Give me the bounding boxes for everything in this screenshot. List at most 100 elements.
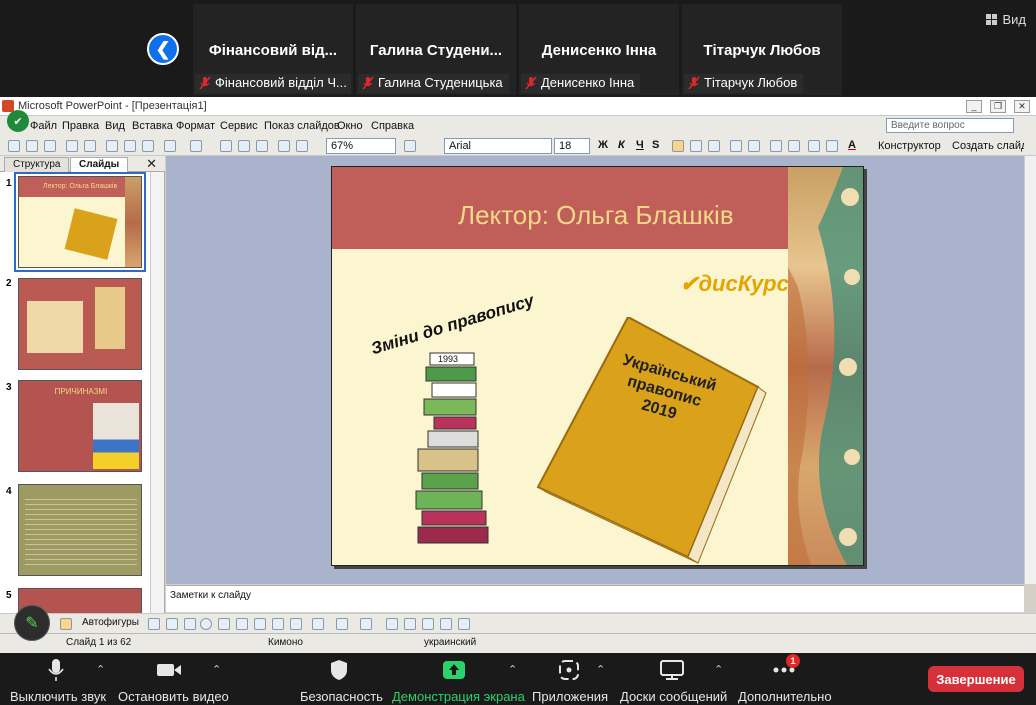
clipart-icon[interactable] bbox=[272, 618, 284, 630]
menu-file[interactable]: Файл bbox=[30, 120, 57, 132]
picture-icon[interactable] bbox=[290, 618, 302, 630]
participant-tile[interactable]: Фінансовий від... Фінансовий відділ Ч... bbox=[193, 4, 353, 95]
textbox-icon[interactable] bbox=[218, 618, 230, 630]
italic-button[interactable]: К bbox=[618, 139, 625, 151]
security-button[interactable]: Безопасность bbox=[300, 657, 383, 704]
whiteboards-button[interactable]: Доски сообщений bbox=[620, 657, 727, 704]
zoom-select[interactable]: 67% bbox=[326, 138, 396, 154]
autoshapes-menu[interactable]: Автофигуры bbox=[82, 617, 139, 628]
shadow-style-icon[interactable] bbox=[440, 618, 452, 630]
dash-style-icon[interactable] bbox=[404, 618, 416, 630]
menu-slideshow[interactable]: Показ слайдов bbox=[264, 120, 340, 132]
participant-tile[interactable]: Галина Студени... Галина Студеницька bbox=[356, 4, 516, 95]
slide-title[interactable]: Лектор: Ольга Блашків bbox=[458, 200, 734, 231]
demote-icon[interactable] bbox=[826, 140, 838, 152]
new-file-icon[interactable] bbox=[8, 140, 20, 152]
more-button[interactable]: Дополнительно bbox=[738, 657, 832, 704]
mute-button[interactable]: Выключить звук bbox=[10, 657, 106, 704]
align-left-icon[interactable] bbox=[672, 140, 684, 152]
menu-window[interactable]: Окно bbox=[337, 120, 363, 132]
tab-slides[interactable]: Слайды bbox=[70, 157, 129, 172]
notes-pane[interactable]: Заметки к слайду bbox=[166, 585, 1024, 612]
bullets-icon[interactable] bbox=[748, 140, 760, 152]
designer-button[interactable]: Конструктор bbox=[878, 140, 941, 152]
participant-tile[interactable]: Денисенко Інна Денисенко Інна bbox=[519, 4, 679, 95]
promote-icon[interactable] bbox=[808, 140, 820, 152]
fill-color-icon[interactable] bbox=[312, 618, 324, 630]
font-size-select[interactable]: 18 bbox=[554, 138, 590, 154]
3d-style-icon[interactable] bbox=[458, 618, 470, 630]
cut-icon[interactable] bbox=[106, 140, 118, 152]
preview-icon[interactable] bbox=[84, 140, 96, 152]
slide-thumbnail[interactable] bbox=[18, 278, 142, 370]
insert-table-icon[interactable] bbox=[238, 140, 250, 152]
new-slide-button[interactable]: Создать слайд bbox=[952, 140, 1024, 152]
underline-button[interactable]: Ч bbox=[636, 139, 644, 151]
increase-font-icon[interactable] bbox=[770, 140, 782, 152]
undo-icon[interactable] bbox=[164, 140, 176, 152]
close-button[interactable]: ✕ bbox=[1014, 100, 1030, 113]
back-arrow-button[interactable]: ❮ bbox=[147, 33, 179, 65]
diagram-icon[interactable] bbox=[254, 618, 266, 630]
decrease-font-icon[interactable] bbox=[788, 140, 800, 152]
view-button[interactable]: Вид bbox=[986, 12, 1026, 27]
slide-thumbnail[interactable]: ПРИЧИНАЗМІ bbox=[18, 380, 142, 472]
rectangle-icon[interactable] bbox=[184, 618, 196, 630]
align-center-icon[interactable] bbox=[690, 140, 702, 152]
participant-tile[interactable]: Тітарчук Любов Тітарчук Любов bbox=[682, 4, 842, 95]
slide-thumbnail[interactable]: Лектор: Ольга Блашків bbox=[14, 172, 146, 272]
save-icon[interactable] bbox=[44, 140, 56, 152]
menu-insert[interactable]: Вставка bbox=[132, 120, 173, 132]
menu-help[interactable]: Справка bbox=[371, 120, 414, 132]
current-slide[interactable]: Лектор: Ольга Блашків ✔дисКурс Зміни до … bbox=[331, 166, 864, 566]
tab-outline[interactable]: Структура bbox=[4, 157, 70, 172]
close-icon[interactable]: ✕ bbox=[146, 156, 157, 172]
line-icon[interactable] bbox=[148, 618, 160, 630]
stop-video-button[interactable]: Остановить видео bbox=[118, 657, 229, 704]
grid-icon[interactable] bbox=[278, 140, 290, 152]
restore-button[interactable]: ❐ bbox=[990, 100, 1006, 113]
wordart-icon[interactable] bbox=[236, 618, 248, 630]
font-color-button[interactable]: A bbox=[848, 139, 856, 151]
arrow-style-icon[interactable] bbox=[422, 618, 434, 630]
line-color-icon[interactable] bbox=[336, 618, 348, 630]
open-file-icon[interactable] bbox=[26, 140, 38, 152]
help-icon[interactable] bbox=[404, 140, 416, 152]
menu-service[interactable]: Сервис bbox=[220, 120, 258, 132]
minimize-button[interactable]: _ bbox=[966, 100, 982, 113]
menu-edit[interactable]: Правка bbox=[62, 120, 99, 132]
chevron-up-icon[interactable]: ⌃ bbox=[96, 663, 105, 676]
line-style-icon[interactable] bbox=[386, 618, 398, 630]
arrow-icon[interactable] bbox=[166, 618, 178, 630]
bold-button[interactable]: Ж bbox=[598, 139, 608, 151]
end-meeting-button[interactable]: Завершение bbox=[928, 666, 1024, 692]
font-select[interactable]: Arial bbox=[444, 138, 552, 154]
chevron-up-icon[interactable]: ⌃ bbox=[212, 663, 221, 676]
copy-icon[interactable] bbox=[124, 140, 136, 152]
insert-chart-icon[interactable] bbox=[220, 140, 232, 152]
vertical-scrollbar[interactable] bbox=[1024, 156, 1036, 584]
chevron-up-icon[interactable]: ⌃ bbox=[508, 663, 517, 676]
insert-picture-icon[interactable] bbox=[256, 140, 268, 152]
menu-format[interactable]: Формат bbox=[176, 120, 215, 132]
thumbnails-scrollbar[interactable] bbox=[150, 172, 164, 620]
align-right-icon[interactable] bbox=[708, 140, 720, 152]
print-icon[interactable] bbox=[66, 140, 78, 152]
menu-view[interactable]: Вид bbox=[105, 120, 125, 132]
apps-button[interactable]: Приложения bbox=[532, 657, 608, 704]
chevron-up-icon[interactable]: ⌃ bbox=[596, 663, 605, 676]
numbering-icon[interactable] bbox=[730, 140, 742, 152]
slide-thumbnail[interactable] bbox=[18, 484, 142, 576]
ask-question-input[interactable]: Введите вопрос bbox=[886, 118, 1014, 133]
paste-icon[interactable] bbox=[142, 140, 154, 152]
shadow-button[interactable]: S bbox=[652, 139, 659, 151]
redo-icon[interactable] bbox=[190, 140, 202, 152]
annotate-pen-icon[interactable]: ✎ bbox=[14, 605, 50, 641]
oval-icon[interactable] bbox=[200, 618, 212, 630]
select-arrow-icon[interactable] bbox=[60, 618, 72, 630]
font-color-icon[interactable] bbox=[360, 618, 372, 630]
chevron-up-icon[interactable]: ⌃ bbox=[714, 663, 723, 676]
slide-header-band: Лектор: Ольга Блашків bbox=[332, 167, 788, 249]
grayscale-icon[interactable] bbox=[296, 140, 308, 152]
share-screen-button[interactable]: Демонстрация экрана bbox=[392, 657, 525, 704]
